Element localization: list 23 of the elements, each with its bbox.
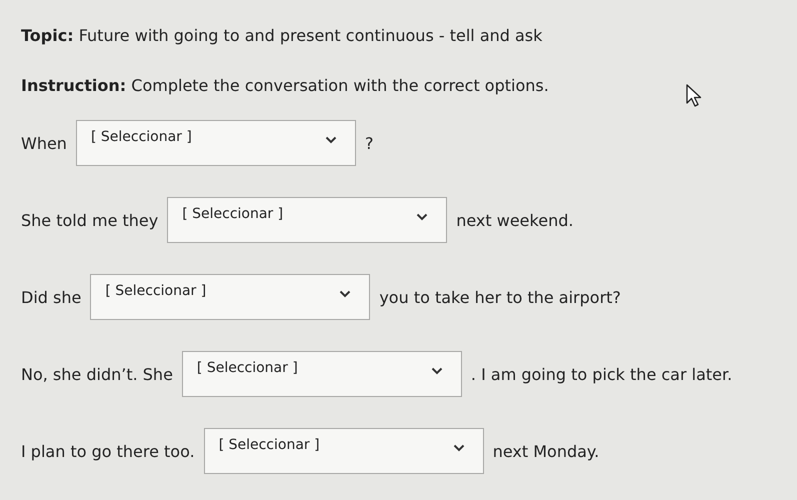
chevron-down-icon	[339, 290, 352, 298]
answer-dropdown[interactable]: [ Seleccionar ]	[76, 120, 356, 166]
mouse-pointer-icon	[686, 84, 702, 108]
answer-dropdown[interactable]: [ Seleccionar ]	[182, 351, 462, 397]
chevron-down-icon	[452, 444, 465, 452]
sentence-text: ?	[364, 134, 374, 152]
answer-dropdown[interactable]: [ Seleccionar ]	[204, 428, 484, 474]
sentence-text: next weekend.	[456, 210, 574, 230]
instruction-text: Instruction: Complete the conversation with the correct options.	[21, 75, 549, 97]
sentence-text: you to take her to the airport?	[379, 288, 621, 306]
answer-dropdown[interactable]: [ Seleccionar ]	[90, 274, 370, 320]
chevron-down-icon	[416, 213, 428, 221]
sentence-text: I plan to go there too.	[21, 442, 195, 460]
sentence-text: No, she didn’t. She	[21, 364, 173, 384]
chevron-down-icon	[324, 136, 337, 144]
sentence-text: next Monday.	[492, 442, 600, 460]
topic-text: Topic: Future with going to and present continuous - tell and ask	[21, 25, 542, 47]
sentence-text: Did she	[21, 288, 82, 306]
sentence-text: When	[21, 134, 67, 152]
answer-dropdown[interactable]: [ Seleccionar ]	[167, 197, 448, 243]
sentence-text: . I am going to pick the car later.	[470, 364, 732, 384]
chevron-down-icon	[430, 367, 443, 375]
sentence-text: She told me they	[21, 210, 158, 230]
